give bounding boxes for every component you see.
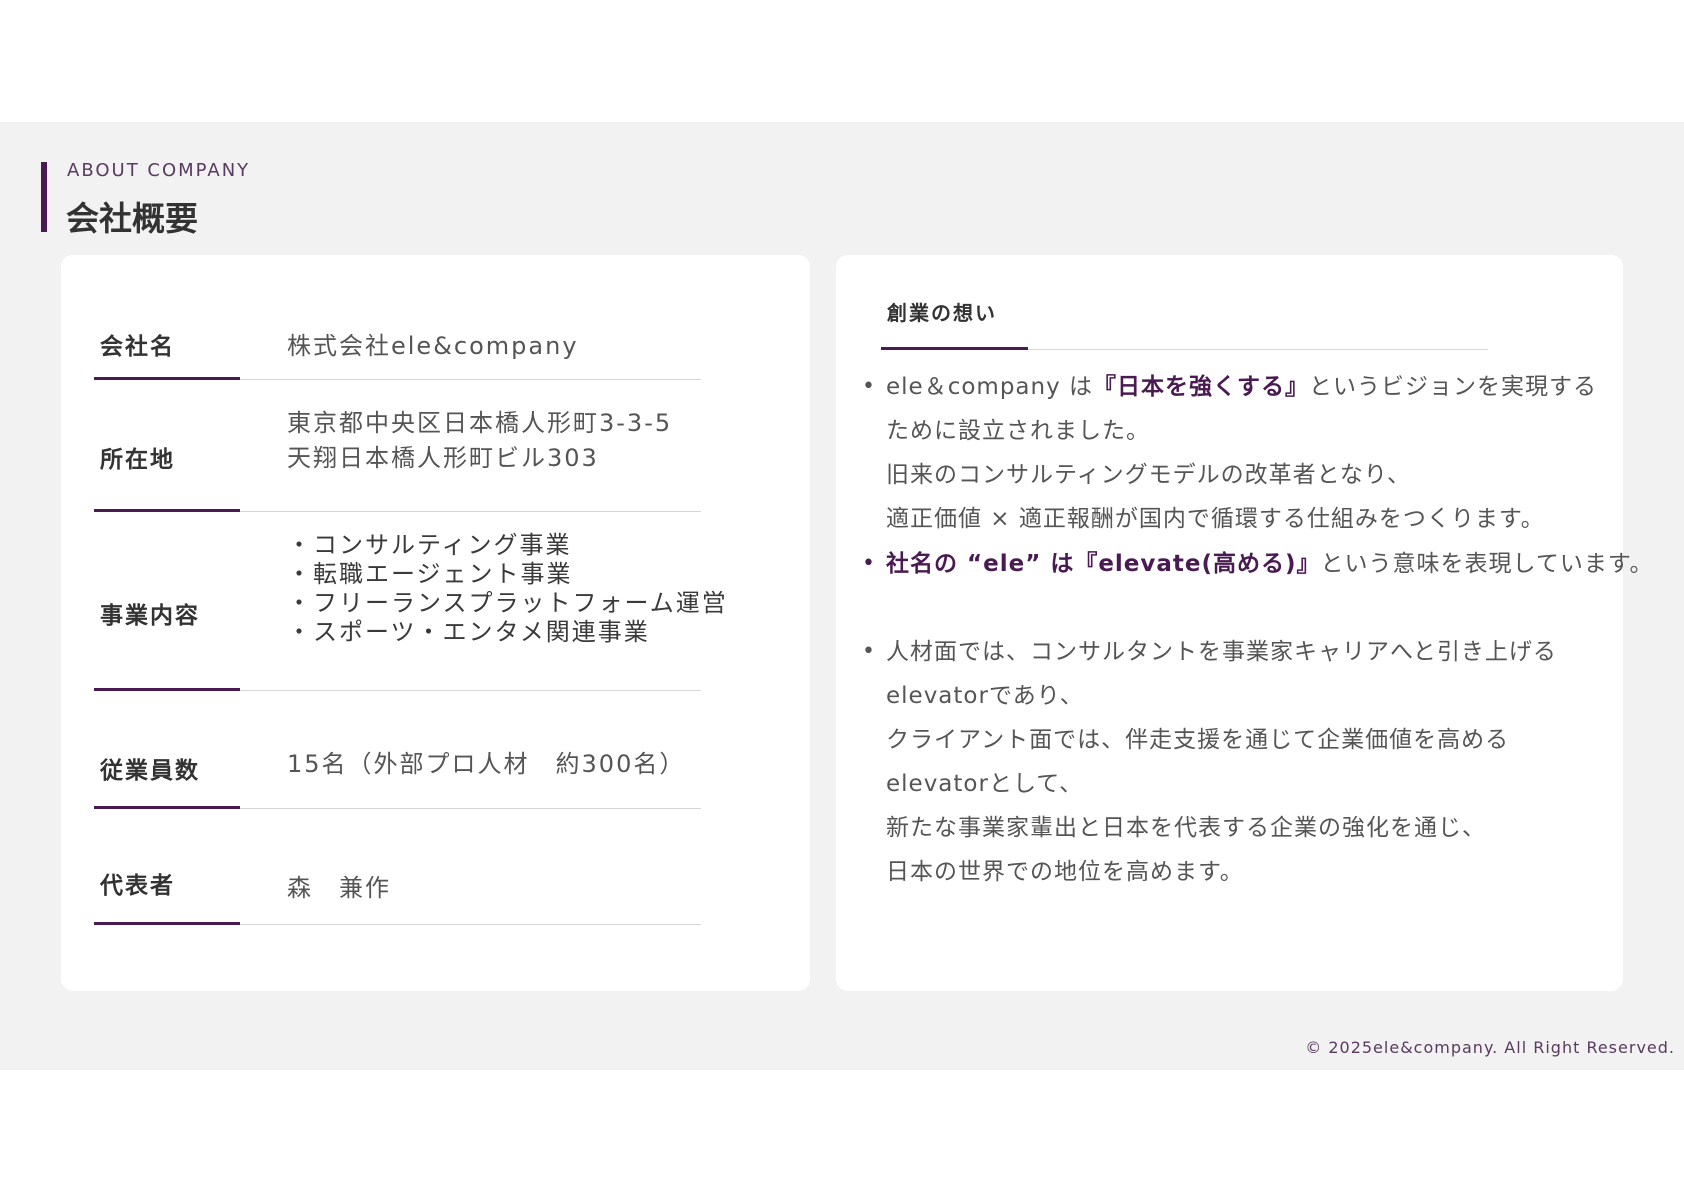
info-label: 従業員数: [100, 758, 200, 784]
highlight-name-meaning: 社名の “ele” は『elevate(高める)』: [886, 551, 1321, 577]
highlight-vision: 『日本を強くする』: [1093, 374, 1310, 400]
business-item: ・コンサルティング事業: [287, 531, 572, 559]
bullet-dot: •: [862, 639, 876, 664]
info-row-business: 事業内容 ・コンサルティング事業 ・転職エージェント事業 ・フリーランスプラット…: [94, 512, 726, 691]
tab-divider-accent: [881, 347, 1028, 350]
paragraph-line: 適正価値 × 適正報酬が国内で循環する仕組みをつくります。: [886, 506, 1545, 532]
paragraph-line: 社名の “ele” は『elevate(高める)』という意味を表現しています。: [886, 542, 1653, 586]
paragraph-line: クライアント面では、伴走支援を通じて企業価値を高める: [886, 727, 1510, 753]
info-row-employees: 従業員数 15名（外部プロ人材 約300名）: [94, 691, 701, 809]
info-value: 東京都中央区日本橋人形町3-3-5 天翔日本橋人形町ビル303: [287, 406, 672, 476]
text-span: ele＆company は: [886, 374, 1094, 400]
info-value-line: 天翔日本橋人形町ビル303: [287, 444, 599, 472]
text-span: という意味を表現しています。: [1320, 551, 1654, 577]
paragraph-line: 人材面では、コンサルタントを事業家キャリアへと引き上げる: [886, 639, 1557, 665]
info-value-line: 森 兼作: [287, 874, 391, 902]
info-value-line: 東京都中央区日本橋人形町3-3-5: [287, 409, 673, 437]
info-value-line: 株式会社ele&company: [287, 332, 579, 360]
paragraph-line: 旧来のコンサルティングモデルの改革者となり、: [886, 462, 1412, 488]
company-info-card: 会社名 株式会社ele&company 所在地 東京都中央区日本橋人形町3-3-…: [61, 255, 810, 991]
paragraph-line: ために設立されました。: [886, 418, 1150, 444]
info-value-line: 15名（外部プロ人材 約300名）: [287, 750, 686, 778]
info-label: 事業内容: [100, 603, 200, 629]
founding-paragraph-name: • 社名の “ele” は『elevate(高める)』という意味を表現しています…: [862, 542, 1653, 586]
founding-card: 創業の想い • ele＆company は『日本を強くする』というビジョンを実現…: [836, 255, 1653, 991]
info-row-representative: 代表者 森 兼作: [94, 809, 701, 925]
founding-paragraph-elevator: • 人材面では、コンサルタントを事業家キャリアへと引き上げる elevatorで…: [862, 630, 1616, 894]
business-item: ・スポーツ・エンタメ関連事業: [287, 618, 650, 646]
business-item: ・フリーランスプラットフォーム運営: [287, 589, 728, 617]
info-value: 株式会社ele&company: [287, 329, 579, 364]
section-eyebrow: ABOUT COMPANY: [67, 160, 251, 181]
paragraph-line: elevatorとして、: [886, 771, 1084, 797]
info-label: 会社名: [100, 334, 175, 360]
info-value: ・コンサルティング事業 ・転職エージェント事業 ・フリーランスプラットフォーム運…: [287, 531, 728, 647]
info-row-company-name: 会社名 株式会社ele&company: [94, 305, 701, 380]
info-label: 代表者: [100, 873, 175, 899]
business-item: ・転職エージェント事業: [287, 560, 573, 588]
paragraph-line: ele＆company は『日本を強くする』というビジョンを実現する: [886, 365, 1616, 409]
page-title: 会社概要: [66, 199, 198, 238]
text-span: というビジョンを実現する: [1309, 374, 1598, 400]
paragraph-line: 新たな事業家輩出と日本を代表する企業の強化を通じ、: [886, 815, 1486, 841]
info-value: 森 兼作: [287, 871, 391, 906]
copyright-footer: © 2025ele&company. All Right Reserved.: [1305, 1038, 1675, 1057]
info-label: 所在地: [100, 447, 175, 473]
info-row-address: 所在地 東京都中央区日本橋人形町3-3-5 天翔日本橋人形町ビル303: [94, 380, 701, 512]
founding-paragraph-vision: • ele＆company は『日本を強くする』というビジョンを実現する ために…: [862, 365, 1616, 541]
paragraph-line: 日本の世界での地位を高めます。: [886, 859, 1244, 885]
bullet-dot: •: [862, 374, 876, 399]
bullet-dot: •: [862, 551, 876, 576]
paragraph-line: elevatorであり、: [886, 683, 1084, 709]
slide-background: ABOUT COMPANY 会社概要 会社名 株式会社ele&company 所…: [0, 122, 1684, 1070]
info-value: 15名（外部プロ人材 約300名）: [287, 747, 685, 782]
row-divider-accent: [94, 922, 240, 925]
tab-founding: 創業の想い: [887, 301, 997, 325]
header-accent-bar: [41, 162, 47, 232]
